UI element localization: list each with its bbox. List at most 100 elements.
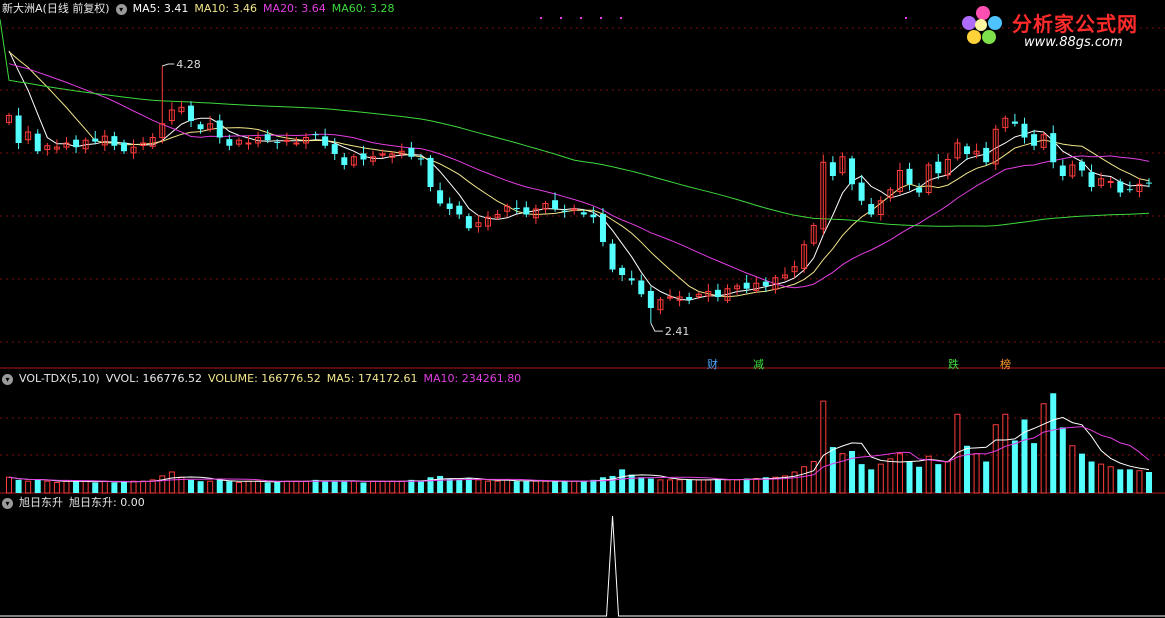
low-label: 2.41 — [665, 325, 690, 338]
candle-body — [417, 158, 424, 160]
volume-bar — [513, 481, 520, 493]
indicator-line — [0, 515, 1165, 617]
volume-bar — [619, 469, 626, 493]
ma5-line — [8, 50, 1150, 301]
candle-body — [743, 282, 750, 289]
volume-bar — [417, 481, 424, 493]
vol-ma5-line — [8, 416, 1150, 483]
indicator-panel — [0, 515, 1165, 617]
candle-body — [293, 142, 300, 145]
candle-body — [216, 120, 223, 138]
volume-bar — [188, 479, 195, 493]
volume-bar — [983, 461, 990, 493]
volume-bar — [791, 471, 798, 494]
volume-bar — [772, 476, 779, 494]
vol-indicator-name[interactable]: VOL-TDX(5,10) — [19, 371, 100, 387]
candle-body — [408, 147, 415, 157]
candle-body — [226, 139, 233, 146]
event-marker[interactable]: 跌 — [948, 356, 959, 372]
volume-bar — [1136, 470, 1143, 494]
volume-bar — [714, 478, 721, 493]
volume-bar — [255, 480, 262, 494]
volume-bar — [302, 480, 309, 494]
volume-bar — [1126, 469, 1133, 493]
volume-bar — [446, 478, 453, 493]
high-label: 4.28 — [176, 58, 201, 71]
volume-bar — [1011, 440, 1018, 493]
volume-bar — [810, 461, 817, 494]
volume-bar — [1078, 453, 1085, 493]
volume-label: VOLUME: 166776.52 — [208, 372, 321, 385]
vvol-label: VVOL: 166776.52 — [105, 372, 203, 385]
volume-bar — [111, 482, 118, 493]
chevron-down-icon[interactable]: ▾ — [115, 3, 127, 15]
candle-body — [456, 205, 463, 215]
volume-bar — [906, 461, 913, 493]
chart-title[interactable]: 新大洲A(日线 前复权) — [2, 1, 110, 17]
marker-dot — [905, 17, 907, 19]
volume-bar — [992, 424, 999, 494]
volume-bar — [925, 455, 932, 494]
chart-grid — [0, 17, 1165, 494]
volume-bar — [82, 480, 89, 494]
volume-bar — [130, 480, 137, 494]
candle-body — [552, 200, 559, 209]
volume-bar — [935, 464, 942, 493]
event-marker[interactable]: 减 — [753, 356, 764, 372]
volume-bar — [120, 481, 127, 493]
chevron-down-icon[interactable]: ▾ — [2, 373, 13, 385]
ma60-label: MA60: 3.28 — [331, 2, 395, 15]
candlesticks — [6, 66, 1153, 324]
event-marker[interactable]: 财 — [707, 356, 718, 372]
indicator-name[interactable]: 旭日东升 — [19, 495, 63, 511]
candle-body — [120, 142, 127, 152]
volume-bar — [360, 482, 367, 493]
volume-bar — [140, 480, 147, 494]
volume-bar — [839, 453, 846, 494]
indicator-header: ▾ 旭日东升 旭日东升: 0.00 — [2, 495, 145, 511]
candle-body — [1050, 133, 1057, 163]
marker-dot — [620, 17, 622, 19]
site-logo: 分析家公式网 www.88gs.com — [962, 2, 1157, 58]
vol-ma10-line — [8, 426, 1150, 483]
volume-bar — [379, 480, 386, 494]
volume-bar — [877, 463, 884, 494]
ma10-label: MA10: 3.46 — [194, 2, 258, 15]
event-marker[interactable]: 榜 — [1000, 356, 1011, 372]
volume-bar — [92, 482, 99, 493]
candle-body — [111, 136, 118, 146]
candle-body — [188, 105, 195, 121]
volume-bar — [552, 481, 559, 493]
volume-bar — [1021, 419, 1028, 493]
volume-bar — [647, 478, 654, 493]
volume-bar — [1059, 427, 1066, 493]
volume-bar — [916, 466, 923, 493]
candle-body — [628, 278, 635, 281]
volume-bar — [312, 479, 319, 493]
candle-body — [647, 290, 654, 308]
volume-bar — [408, 479, 415, 493]
candle-body — [322, 136, 329, 146]
candle-body — [714, 289, 721, 297]
volume-bar — [580, 481, 587, 493]
volume-bar — [542, 480, 549, 494]
volume-bar — [63, 480, 70, 494]
price-annotations: 4.28 2.41 — [162, 58, 689, 338]
candle-body — [1078, 161, 1085, 171]
candle-body — [916, 187, 923, 193]
volume-bar — [561, 481, 568, 493]
vol-ma10-label: MA10: 234261.80 — [423, 372, 522, 385]
marker-dot — [560, 17, 562, 19]
volume-bar — [1031, 443, 1038, 493]
volume-bar — [398, 480, 405, 494]
candle-body — [15, 115, 22, 143]
candle-body — [197, 124, 204, 130]
volume-bar — [101, 480, 108, 494]
candle-body — [935, 161, 942, 174]
candle-body — [341, 157, 348, 165]
volume-bar — [676, 479, 683, 494]
candle-body — [983, 147, 990, 163]
chevron-down-icon[interactable]: ▾ — [2, 497, 13, 509]
vol-ma5-label: MA5: 174172.61 — [326, 372, 418, 385]
volume-bar — [274, 481, 281, 493]
